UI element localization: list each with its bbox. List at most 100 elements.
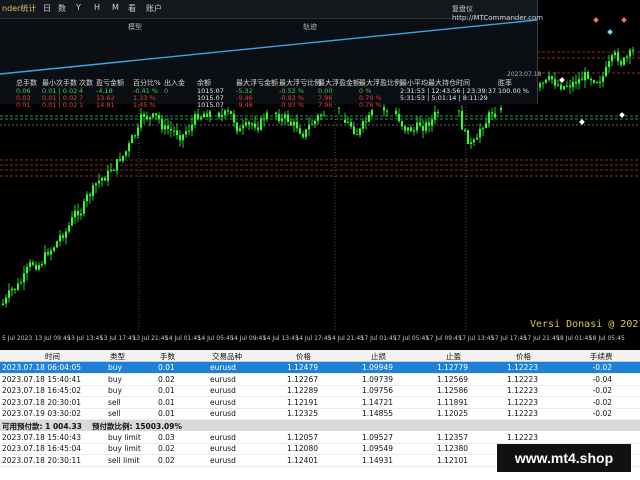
table-cell: 1.12325	[286, 409, 318, 418]
table-cell: 1.14855	[361, 409, 393, 418]
table-cell: 1.12080	[286, 444, 318, 453]
table-row[interactable]: 2023.07.18 15:40:41 buy 0.02 eurusd 1.12267 1…	[0, 374, 640, 386]
table-cell: 1.12223	[506, 363, 538, 372]
candle-body	[56, 241, 58, 248]
statistics-overlay-panel: nder统计 日 数 Y H M 看 账户 复盘仪 http://MTComma…	[0, 0, 543, 109]
candle-body	[470, 142, 472, 145]
candle-body	[365, 121, 367, 123]
column-header[interactable]: 类型	[110, 351, 125, 362]
trade-marker	[607, 29, 613, 35]
menu-item-data[interactable]: 数	[58, 3, 66, 14]
candle-body	[221, 115, 223, 117]
candle-body	[368, 114, 370, 122]
candle-body	[158, 115, 160, 120]
table-cell: 1.09949	[361, 363, 393, 372]
table-cell: eurusd	[210, 363, 236, 372]
table-cell: eurusd	[210, 432, 236, 442]
time-axis-label: 14 Jul 09:45	[230, 335, 267, 342]
candle-body	[569, 85, 571, 88]
table-cell: 1.14721	[361, 397, 393, 407]
candle-body	[170, 128, 172, 131]
candle-body	[83, 201, 85, 214]
candle-body	[290, 121, 292, 126]
candle-body	[308, 124, 310, 130]
candle-body	[311, 124, 313, 126]
candle-body	[62, 235, 64, 238]
column-header[interactable]: 手数	[160, 351, 175, 362]
candle-body	[266, 112, 268, 119]
candle-body	[344, 119, 346, 123]
candle-body	[287, 114, 289, 122]
candle-body	[539, 83, 541, 88]
candle-body	[77, 210, 79, 216]
column-header[interactable]: 止损	[371, 351, 386, 362]
trade-marker	[559, 77, 565, 83]
candle-body	[302, 133, 304, 138]
table-row[interactable]: 2023.07.18 06:04:05 buy 0.01 eurusd 1.12479 1…	[0, 362, 640, 374]
table-cell: buy	[108, 386, 122, 395]
pending-order-row[interactable]: 2023.07.18 15:40:43 buy limit 0.03 eurusd 1.…	[0, 432, 640, 444]
candle-body	[620, 61, 622, 65]
time-axis-label: 17 Jul 13:45	[458, 335, 495, 342]
column-header[interactable]: 价格	[516, 351, 531, 362]
table-cell: 1.12569	[436, 374, 468, 384]
table-cell: 0.01	[158, 363, 175, 372]
candle-body	[191, 124, 193, 131]
column-header[interactable]: 止盈	[446, 351, 461, 362]
column-header[interactable]: 交易品种	[212, 351, 242, 362]
column-header[interactable]: 价格	[296, 351, 311, 362]
table-row[interactable]: 2023.07.19 03:30:02 sell 0.01 eurusd 1.12325…	[0, 408, 640, 420]
table-cell: eurusd	[210, 374, 236, 384]
table-cell: -0.02	[592, 386, 612, 395]
table-row[interactable]: 2023.07.18 20:30:01 sell 0.01 eurusd 1.12191…	[0, 397, 640, 409]
table-cell: buy	[108, 363, 122, 372]
table-cell: sell limit	[108, 455, 140, 465]
menu-item-m[interactable]: M	[112, 3, 119, 12]
table-cell: eurusd	[210, 409, 236, 418]
candle-body	[35, 264, 37, 270]
menu-item-view[interactable]: 看	[128, 3, 136, 14]
candle-body	[131, 135, 133, 144]
candle-body	[458, 110, 460, 112]
table-cell: eurusd	[210, 444, 236, 453]
table-row[interactable]: 2023.07.18 16:45:02 buy 0.01 eurusd 1.12289 1…	[0, 385, 640, 397]
candle-body	[86, 194, 88, 202]
table-cell: 1.09527	[361, 432, 393, 442]
candle-body	[161, 119, 163, 130]
candle-body	[371, 110, 373, 115]
candle-body	[116, 159, 118, 171]
candle-body	[323, 114, 325, 116]
candle-body	[566, 85, 568, 87]
candle-body	[593, 80, 595, 83]
table-cell: 1.12479	[286, 363, 318, 372]
candle-body	[74, 210, 76, 218]
candle-body	[563, 86, 565, 90]
menu-item-account[interactable]: 账户	[146, 3, 162, 14]
table-cell: 0.01	[158, 386, 175, 395]
table-cell: 1.12289	[286, 386, 318, 395]
candle-body	[275, 112, 277, 114]
candle-body	[383, 106, 385, 111]
candle-body	[578, 79, 580, 84]
candle-body	[488, 112, 490, 124]
candle-body	[164, 125, 166, 130]
candle-body	[206, 113, 208, 118]
candle-body	[461, 110, 463, 130]
candle-body	[251, 123, 253, 125]
price-chart[interactable]: nder统计 日 数 Y H M 看 账户 复盘仪 http://MTComma…	[0, 0, 640, 342]
menu-item-h[interactable]: H	[94, 3, 100, 12]
candle-body	[146, 116, 148, 120]
table-cell: -0.02	[592, 409, 612, 418]
menu-item-day[interactable]: 日	[43, 3, 51, 14]
column-header[interactable]: 手续费	[590, 351, 613, 362]
candle-body	[98, 180, 100, 184]
table-cell: 1.14931	[361, 455, 393, 465]
candle-body	[404, 126, 406, 131]
candle-body	[68, 225, 70, 232]
candle-body	[218, 112, 220, 117]
candle-body	[107, 170, 109, 181]
column-header[interactable]: 时间	[45, 351, 60, 362]
menu-item-y[interactable]: Y	[76, 3, 81, 12]
candle-body	[428, 122, 430, 126]
candle-body	[629, 49, 631, 57]
